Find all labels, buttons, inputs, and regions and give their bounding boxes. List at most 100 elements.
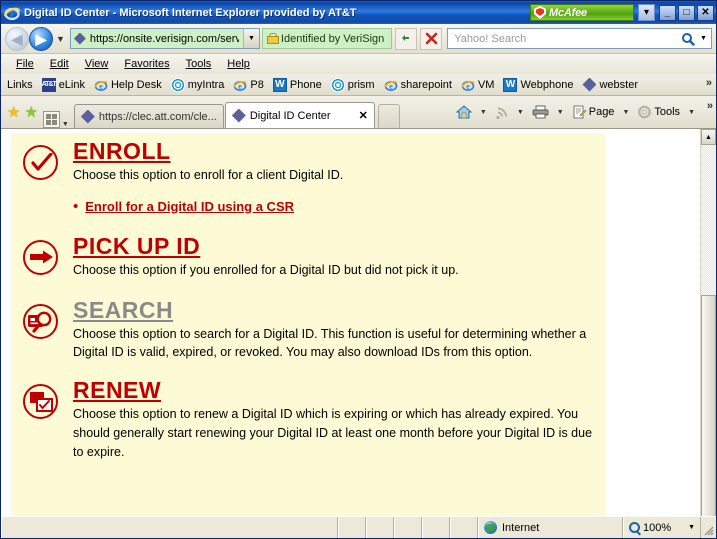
zoom-level-label: 100% xyxy=(643,521,672,534)
page-menu-button[interactable]: Page xyxy=(568,103,619,121)
feeds-button[interactable] xyxy=(491,103,513,121)
home-button[interactable] xyxy=(452,103,476,121)
ie-icon: e xyxy=(233,78,248,92)
search-description: Choose this option to search for a Digit… xyxy=(73,326,587,360)
maximize-button[interactable]: □ xyxy=(678,4,695,21)
feeds-icon xyxy=(496,107,507,119)
minimize-button[interactable]: _ xyxy=(659,4,676,21)
tab-clec[interactable]: https://clec.att.com/cle... xyxy=(73,104,224,128)
new-tab-button[interactable] xyxy=(377,104,400,128)
address-input[interactable]: https://onsite.verisign.com/serv ▼ xyxy=(69,28,260,49)
scroll-up-button[interactable]: ▲ xyxy=(701,129,716,145)
address-bar: ◀ ▶ ▼ https://onsite.verisign.com/serv ▼… xyxy=(1,24,716,54)
menu-edit[interactable]: Edit xyxy=(43,56,76,72)
scroll-track[interactable] xyxy=(701,145,716,516)
tab-digital-id-center[interactable]: Digital ID Center ✕ xyxy=(224,102,375,128)
forward-button[interactable]: ▶ xyxy=(29,26,53,51)
resize-grip[interactable] xyxy=(701,517,716,538)
link-phone[interactable]: W Phone xyxy=(269,77,326,93)
web-page: ENROLL Choose this option to enroll for … xyxy=(1,129,700,516)
renew-heading-link[interactable]: RENEW xyxy=(73,378,161,402)
refresh-button[interactable] xyxy=(395,27,418,50)
menu-file[interactable]: File xyxy=(9,56,41,72)
tab-close-icon[interactable]: ✕ xyxy=(359,109,368,122)
mcafee-badge[interactable]: McAfee xyxy=(530,4,634,21)
link-webphone[interactable]: W Webphone xyxy=(499,77,577,93)
search-provider-dropdown[interactable]: ▼ xyxy=(698,28,709,49)
diamond-icon xyxy=(231,108,246,123)
zoom-dropdown-button[interactable]: ▼ xyxy=(688,524,695,531)
page-dropdown[interactable]: ▼ xyxy=(619,109,632,116)
link-vm[interactable]: e VM xyxy=(457,77,499,93)
title-bar: e Digital ID Center - Microsoft Internet… xyxy=(1,1,716,24)
security-status-badge[interactable]: Identified by VeriSign xyxy=(261,28,393,49)
link-elink-label: eLink xyxy=(58,78,85,91)
vertical-scrollbar[interactable]: ▲ ▼ xyxy=(700,129,716,516)
tab-digital-id-center-title: Digital ID Center xyxy=(249,109,331,122)
pickup-description: Choose this option if you enrolled for a… xyxy=(73,262,459,277)
favorites-center-star-icon[interactable]: ★ xyxy=(7,105,20,120)
content-area: ENROLL Choose this option to enroll for … xyxy=(1,128,716,516)
add-favorite-star-icon[interactable]: ★ xyxy=(24,105,37,120)
tools-menu-label: Tools xyxy=(654,106,681,118)
scroll-thumb[interactable] xyxy=(701,295,716,516)
menu-view[interactable]: View xyxy=(78,56,116,72)
search-box[interactable]: ▼ xyxy=(447,28,712,49)
link-webster[interactable]: webster xyxy=(578,77,642,93)
link-help-desk[interactable]: e Help Desk xyxy=(90,77,166,93)
links-toolbar: Links AT&T eLink e Help Desk myIntra e P… xyxy=(1,74,716,96)
print-dropdown[interactable]: ▼ xyxy=(554,109,567,116)
enroll-heading-link[interactable]: ENROLL xyxy=(73,139,171,163)
search-heading-link[interactable]: SEARCH xyxy=(73,297,173,321)
link-prism[interactable]: prism xyxy=(327,77,379,93)
search-input[interactable] xyxy=(452,31,678,46)
search-go-button[interactable] xyxy=(678,28,698,49)
enroll-csr-link[interactable]: Enroll for a Digital ID using a CSR xyxy=(85,199,294,214)
menu-tools[interactable]: Tools xyxy=(179,56,219,72)
recent-pages-dropdown[interactable]: ▼ xyxy=(56,34,65,44)
diamond-icon xyxy=(582,77,597,92)
menu-edit-label: Edit xyxy=(49,58,69,70)
ie-logo-icon: e xyxy=(3,5,21,21)
command-bar: ▼ ▼ ▼ Page ▼ Tools ▼ xyxy=(452,96,714,128)
zoom-control[interactable]: 100% ▼ xyxy=(623,517,701,538)
link-sharepoint[interactable]: e sharepoint xyxy=(380,77,456,93)
search-body: SEARCH Choose this option to search for … xyxy=(65,297,594,363)
command-bar-overflow-chevron-icon[interactable]: » xyxy=(707,100,713,112)
address-url-text: https://onsite.verisign.com/serv xyxy=(89,32,239,45)
page-menu-label: Page xyxy=(588,106,615,118)
menu-help[interactable]: Help xyxy=(220,56,257,72)
pickup-heading-link[interactable]: PICK UP ID xyxy=(73,234,200,258)
home-dropdown[interactable]: ▼ xyxy=(477,109,490,116)
security-zone-indicator[interactable]: Internet xyxy=(478,517,623,538)
tab-clec-title: https://clec.att.com/cle... xyxy=(98,110,217,123)
magnifier-circle-icon xyxy=(23,303,58,339)
tab-list-dropdown[interactable]: ▼ xyxy=(62,121,69,128)
link-p8[interactable]: e P8 xyxy=(229,77,267,93)
quick-tabs-button[interactable] xyxy=(42,111,60,128)
check-circle-icon xyxy=(23,145,58,180)
feeds-dropdown[interactable]: ▼ xyxy=(514,109,527,116)
print-button[interactable] xyxy=(528,103,553,121)
status-pane-3 xyxy=(394,517,422,538)
mcafee-dropdown-button[interactable]: ▾ xyxy=(638,4,655,21)
lock-icon xyxy=(266,33,279,44)
mcafee-shield-icon xyxy=(534,6,546,19)
back-button[interactable]: ◀ xyxy=(5,26,29,51)
menu-favorites[interactable]: Favorites xyxy=(117,56,176,72)
stop-x-icon xyxy=(425,32,438,45)
status-pane-2 xyxy=(366,517,394,538)
address-dropdown-button[interactable]: ▼ xyxy=(242,29,259,48)
section-enroll: ENROLL Choose this option to enroll for … xyxy=(23,139,594,216)
stop-button[interactable] xyxy=(420,27,443,50)
links-overflow-chevron-icon[interactable]: » xyxy=(706,77,712,89)
tools-menu-button[interactable]: Tools xyxy=(633,103,684,121)
link-myintra[interactable]: myIntra xyxy=(167,77,229,93)
site-diamond-icon xyxy=(73,32,86,45)
enroll-body: ENROLL Choose this option to enroll for … xyxy=(65,139,594,216)
search-magnifier-icon xyxy=(682,32,695,46)
link-elink[interactable]: AT&T eLink xyxy=(38,77,89,93)
tools-dropdown[interactable]: ▼ xyxy=(685,109,698,116)
close-button[interactable]: ✕ xyxy=(697,4,714,21)
back-arrow-icon: ◀ xyxy=(11,30,23,47)
